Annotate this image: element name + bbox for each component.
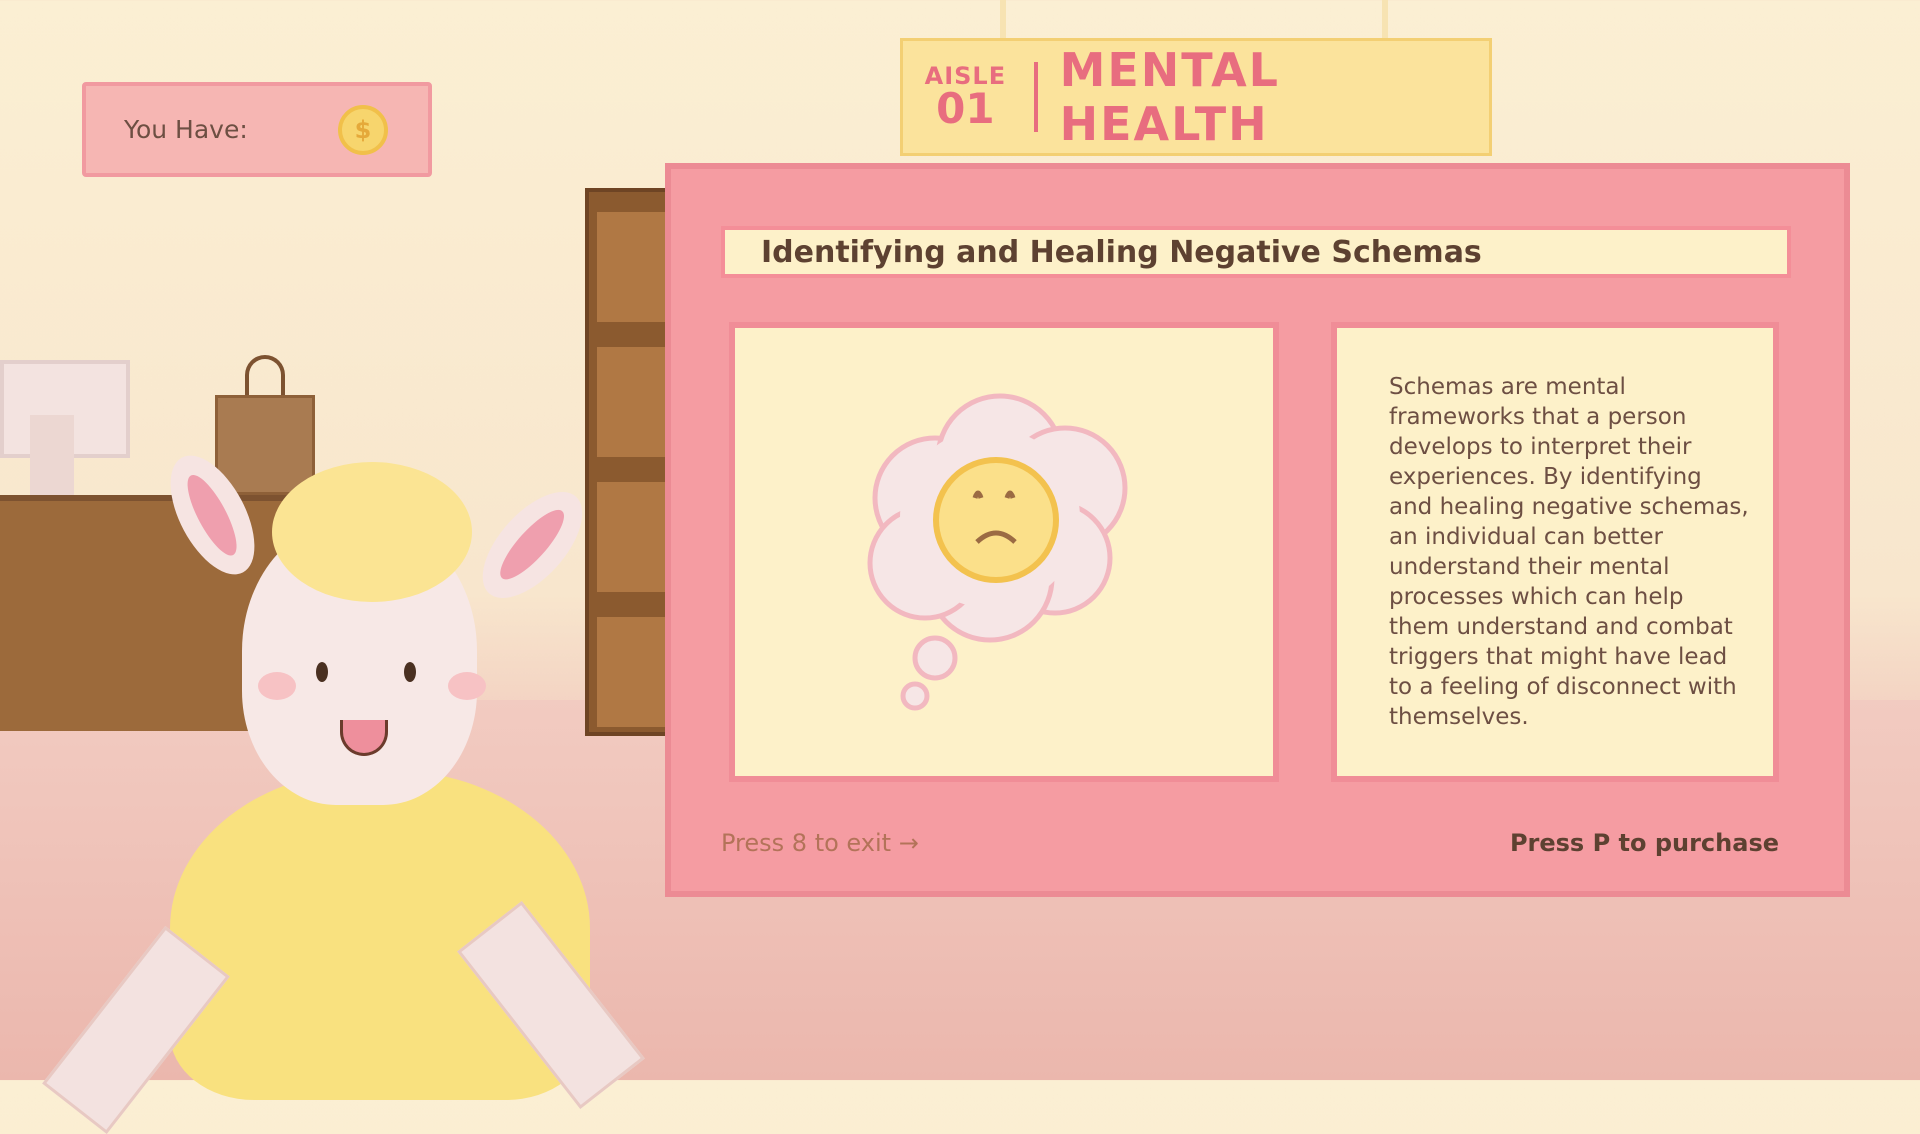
product-title-bar: Identifying and Healing Negative Schemas bbox=[721, 226, 1791, 278]
exit-hint-label: Press 8 to exit bbox=[721, 829, 892, 857]
sign-divider bbox=[1033, 62, 1038, 132]
aisle-number: 01 bbox=[936, 84, 995, 133]
product-title: Identifying and Healing Negative Schemas bbox=[761, 234, 1482, 270]
shelf-slot bbox=[597, 482, 671, 592]
shelf-slot bbox=[597, 617, 671, 727]
sheep-right-ear bbox=[464, 474, 601, 616]
thought-bubble-sad-face-icon bbox=[867, 393, 1128, 711]
arrow-right-icon: → bbox=[898, 829, 919, 857]
wallet-panel: You Have: $ bbox=[82, 82, 432, 177]
shopping-bag bbox=[215, 395, 315, 495]
aisle-label: AISLE 01 bbox=[903, 64, 1028, 130]
purchase-hint[interactable]: Press P to purchase bbox=[1510, 829, 1779, 857]
product-description-card: Schemas are mental frameworks that a per… bbox=[1331, 322, 1779, 782]
sheep-hair-fluff bbox=[272, 462, 472, 602]
sign-string bbox=[1382, 0, 1388, 42]
wallet-label: You Have: bbox=[124, 115, 248, 144]
sheep-eye bbox=[404, 662, 416, 682]
product-panel: Identifying and Healing Negative Schemas… bbox=[665, 163, 1850, 897]
shelf-slot bbox=[597, 347, 671, 457]
sheep-eye bbox=[316, 662, 328, 682]
product-image-card bbox=[729, 322, 1279, 782]
monitor-stand bbox=[30, 415, 74, 495]
aisle-category: MENTAL HEALTH bbox=[1059, 43, 1280, 151]
shelf-slot bbox=[597, 212, 671, 322]
sheep-cheek bbox=[258, 672, 296, 700]
coin-icon: $ bbox=[338, 104, 388, 155]
bookshelf bbox=[585, 188, 675, 736]
sign-string bbox=[1000, 0, 1006, 42]
exit-hint[interactable]: Press 8 to exit → bbox=[721, 829, 919, 857]
sheep-cheek bbox=[448, 672, 486, 700]
product-description: Schemas are mental frameworks that a per… bbox=[1389, 374, 1749, 730]
aisle-sign: AISLE 01 MENTAL HEALTH bbox=[900, 38, 1492, 156]
